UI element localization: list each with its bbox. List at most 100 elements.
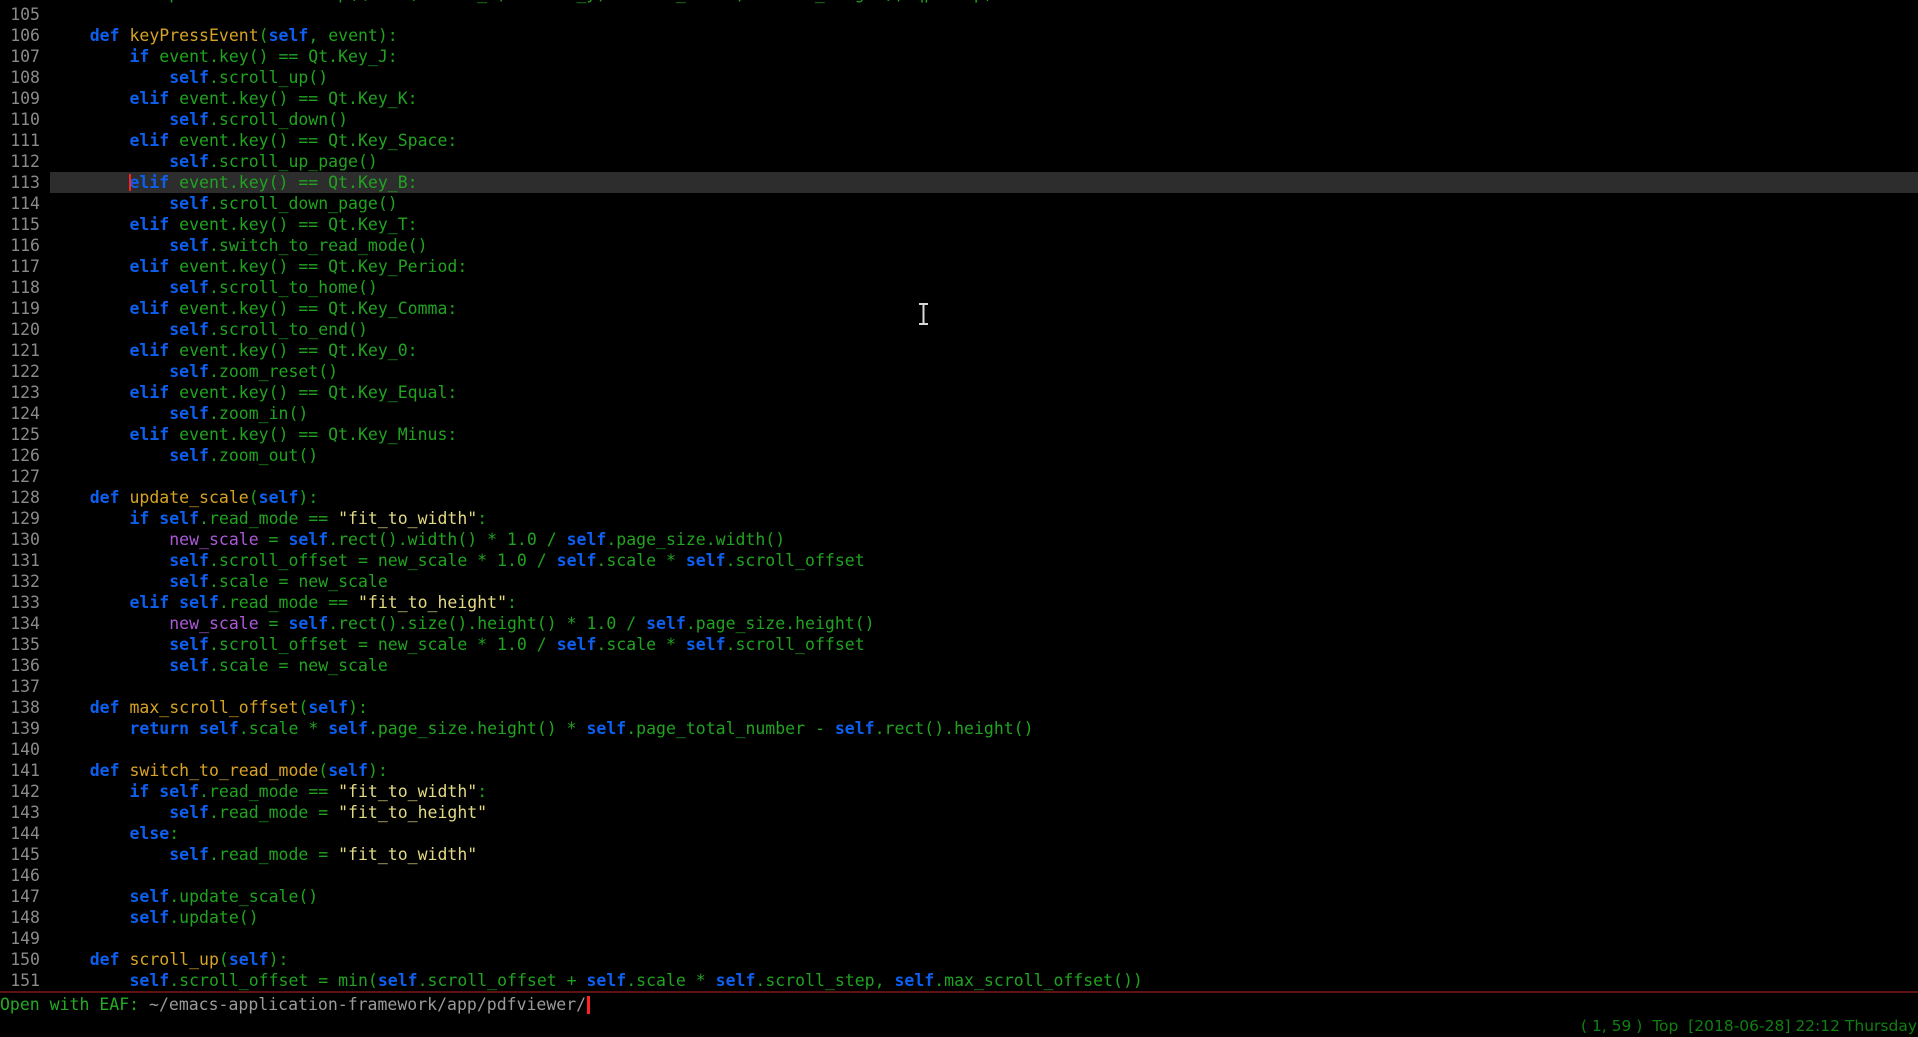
- line-number: 146: [0, 865, 50, 886]
- line-code: elif event.key() == Qt.Key_K:: [50, 88, 1918, 109]
- line-code: elif event.key() == Qt.Key_0:: [50, 340, 1918, 361]
- code-line[interactable]: 134 new_scale = self.rect().size().heigh…: [0, 613, 1918, 634]
- code-line[interactable]: 151 self.scroll_offset = min(self.scroll…: [0, 970, 1918, 991]
- code-line[interactable]: 119 elif event.key() == Qt.Key_Comma:: [0, 298, 1918, 319]
- code-line[interactable]: 147 self.update_scale(): [0, 886, 1918, 907]
- line-code: elif event.key() == Qt.Key_Space:: [50, 130, 1918, 151]
- code-line[interactable]: 150 def scroll_up(self):: [0, 949, 1918, 970]
- line-number: 138: [0, 697, 50, 718]
- code-line[interactable]: 146: [0, 865, 1918, 886]
- code-line[interactable]: 144 else:: [0, 823, 1918, 844]
- line-code: elif event.key() == Qt.Key_Comma:: [50, 298, 1918, 319]
- code-line[interactable]: 118 self.scroll_to_home(): [0, 277, 1918, 298]
- code-line[interactable]: 115 elif event.key() == Qt.Key_T:: [0, 214, 1918, 235]
- line-number: 144: [0, 823, 50, 844]
- code-line[interactable]: 135 self.scroll_offset = new_scale * 1.0…: [0, 634, 1918, 655]
- line-number: 137: [0, 676, 50, 697]
- line-code: elif event.key() == Qt.Key_Equal:: [50, 382, 1918, 403]
- code-line[interactable]: 130 new_scale = self.rect().width() * 1.…: [0, 529, 1918, 550]
- code-line[interactable]: 107 if event.key() == Qt.Key_J:: [0, 46, 1918, 67]
- code-line[interactable]: 149: [0, 928, 1918, 949]
- code-line[interactable]: 106 def keyPressEvent(self, event):: [0, 25, 1918, 46]
- code-line[interactable]: 121 elif event.key() == Qt.Key_0:: [0, 340, 1918, 361]
- minibuffer-input[interactable]: ~/emacs-application-framework/app/pdfvie…: [149, 995, 586, 1014]
- line-number: 124: [0, 403, 50, 424]
- code-line[interactable]: 148 self.update(): [0, 907, 1918, 928]
- code-line[interactable]: 105: [0, 4, 1918, 25]
- line-code: new_scale = self.rect().width() * 1.0 / …: [50, 529, 1918, 550]
- line-code: def max_scroll_offset(self):: [50, 697, 1918, 718]
- code-line[interactable]: 142 if self.read_mode == "fit_to_width":: [0, 781, 1918, 802]
- code-line[interactable]: 108 self.scroll_up(): [0, 67, 1918, 88]
- line-number: 150: [0, 949, 50, 970]
- code-line[interactable]: 132 self.scale = new_scale: [0, 571, 1918, 592]
- line-code: self.read_mode = "fit_to_width": [50, 844, 1918, 865]
- code-line[interactable]: 123 elif event.key() == Qt.Key_Equal:: [0, 382, 1918, 403]
- line-code: [50, 4, 1918, 25]
- line-number: 110: [0, 109, 50, 130]
- code-line[interactable]: 109 elif event.key() == Qt.Key_K:: [0, 88, 1918, 109]
- code-line[interactable]: 117 elif event.key() == Qt.Key_Period:: [0, 256, 1918, 277]
- line-number: 125: [0, 424, 50, 445]
- line-number: 135: [0, 634, 50, 655]
- line-code: if event.key() == Qt.Key_J:: [50, 46, 1918, 67]
- code-line[interactable]: 122 self.zoom_reset(): [0, 361, 1918, 382]
- code-line[interactable]: 133 elif self.read_mode == "fit_to_heigh…: [0, 592, 1918, 613]
- line-number: 116: [0, 235, 50, 256]
- line-code: [50, 928, 1918, 949]
- line-code: self.zoom_in(): [50, 403, 1918, 424]
- code-line[interactable]: 141 def switch_to_read_mode(self):: [0, 760, 1918, 781]
- line-number: 136: [0, 655, 50, 676]
- line-number: 134: [0, 613, 50, 634]
- line-code: self.scale = new_scale: [50, 655, 1918, 676]
- code-line[interactable]: 111 elif event.key() == Qt.Key_Space:: [0, 130, 1918, 151]
- code-line[interactable]: 114 self.scroll_down_page(): [0, 193, 1918, 214]
- line-number: 111: [0, 130, 50, 151]
- mode-line-separator: [0, 991, 1918, 993]
- code-line[interactable]: 110 self.scroll_down(): [0, 109, 1918, 130]
- minibuffer[interactable]: Open with EAF: ~/emacs-application-frame…: [0, 995, 590, 1017]
- code-buffer[interactable]: 104 painter.drawPixmap(QRect(render_x, r…: [0, 0, 1918, 991]
- code-line[interactable]: 139 return self.scale * self.page_size.h…: [0, 718, 1918, 739]
- code-line[interactable]: 131 self.scroll_offset = new_scale * 1.0…: [0, 550, 1918, 571]
- line-code: elif event.key() == Qt.Key_T:: [50, 214, 1918, 235]
- code-line[interactable]: 125 elif event.key() == Qt.Key_Minus:: [0, 424, 1918, 445]
- ibeam-mouse-cursor-icon: [917, 303, 930, 325]
- code-line[interactable]: 120 self.scroll_to_end(): [0, 319, 1918, 340]
- code-line[interactable]: 128 def update_scale(self):: [0, 487, 1918, 508]
- code-line[interactable]: 140: [0, 739, 1918, 760]
- code-line[interactable]: 112 self.scroll_up_page(): [0, 151, 1918, 172]
- code-line[interactable]: 143 self.read_mode = "fit_to_height": [0, 802, 1918, 823]
- code-line[interactable]: 126 self.zoom_out(): [0, 445, 1918, 466]
- line-code: if self.read_mode == "fit_to_width":: [50, 781, 1918, 802]
- line-code: else:: [50, 823, 1918, 844]
- code-line[interactable]: 127: [0, 466, 1918, 487]
- line-number: 109: [0, 88, 50, 109]
- status-tray: ( 1, 59 ) Top [2018-06-28] 22:12 Thursda…: [1581, 1015, 1918, 1037]
- code-rows: 104 painter.drawPixmap(QRect(render_x, r…: [0, 0, 1918, 991]
- code-line[interactable]: 129 if self.read_mode == "fit_to_width":: [0, 508, 1918, 529]
- line-code: [50, 676, 1918, 697]
- code-line[interactable]: 138 def max_scroll_offset(self):: [0, 697, 1918, 718]
- code-line[interactable]: 137: [0, 676, 1918, 697]
- code-line-current[interactable]: 113 elif event.key() == Qt.Key_B:: [0, 172, 1918, 193]
- line-number: 119: [0, 298, 50, 319]
- code-line[interactable]: 124 self.zoom_in(): [0, 403, 1918, 424]
- line-number: 113: [0, 172, 50, 193]
- line-code: elif self.read_mode == "fit_to_height":: [50, 592, 1918, 613]
- minibuffer-prompt: Open with EAF:: [0, 995, 149, 1014]
- line-code: new_scale = self.rect().size().height() …: [50, 613, 1918, 634]
- line-number: 126: [0, 445, 50, 466]
- buffer-cursor: [129, 174, 131, 191]
- line-code: self.scroll_to_end(): [50, 319, 1918, 340]
- line-code: if self.read_mode == "fit_to_width":: [50, 508, 1918, 529]
- line-code: [50, 466, 1918, 487]
- line-code: def scroll_up(self):: [50, 949, 1918, 970]
- code-line[interactable]: 145 self.read_mode = "fit_to_width": [0, 844, 1918, 865]
- code-line[interactable]: 116 self.switch_to_read_mode(): [0, 235, 1918, 256]
- line-code: self.update_scale(): [50, 886, 1918, 907]
- line-number: 114: [0, 193, 50, 214]
- line-number: 117: [0, 256, 50, 277]
- line-number: 123: [0, 382, 50, 403]
- code-line[interactable]: 136 self.scale = new_scale: [0, 655, 1918, 676]
